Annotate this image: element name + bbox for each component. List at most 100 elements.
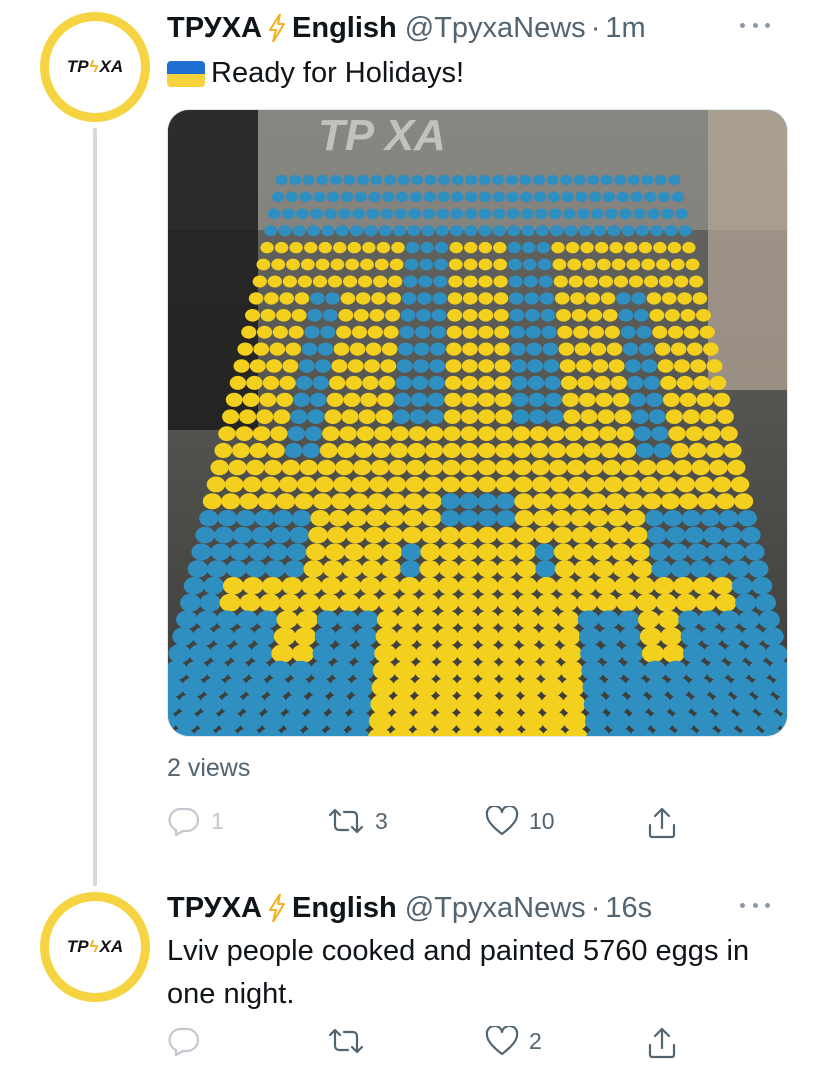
egg: [518, 644, 541, 663]
egg: [498, 677, 522, 697]
egg: [247, 660, 271, 681]
handle[interactable]: @TpyxaNews: [405, 12, 586, 45]
egg: [271, 258, 286, 271]
tweet-video[interactable]: TP XA: [167, 109, 788, 737]
egg: [716, 409, 734, 425]
timestamp[interactable]: 16s: [605, 892, 652, 925]
egg: [367, 493, 387, 510]
egg: [607, 510, 627, 527]
egg: [676, 476, 696, 493]
egg: [338, 309, 354, 322]
egg: [649, 543, 670, 561]
egg: [619, 627, 642, 646]
egg: [513, 442, 531, 459]
egg: [417, 610, 439, 629]
egg: [448, 275, 463, 288]
egg: [228, 459, 247, 476]
avatar[interactable]: ТР ϟ ХА: [40, 892, 150, 1002]
like-button[interactable]: 10: [485, 806, 555, 836]
more-options-icon[interactable]: [740, 18, 770, 32]
egg: [626, 258, 641, 271]
egg: [668, 174, 681, 186]
egg: [648, 409, 666, 425]
display-name-suffix[interactable]: English: [292, 12, 397, 45]
egg: [356, 426, 375, 441]
egg: [276, 309, 292, 322]
reply-button[interactable]: [167, 1026, 211, 1056]
egg: [616, 426, 634, 441]
egg: [367, 325, 383, 339]
egg: [506, 191, 519, 203]
egg: [434, 677, 458, 697]
display-name[interactable]: ТРУХА: [167, 12, 262, 45]
reply-button[interactable]: 1: [167, 806, 224, 836]
egg: [286, 543, 307, 561]
share-button[interactable]: [647, 806, 677, 840]
egg: [457, 577, 479, 595]
egg: [373, 275, 388, 288]
egg: [509, 309, 525, 322]
egg: [536, 593, 558, 612]
egg: [260, 476, 280, 493]
egg: [478, 426, 496, 441]
egg: [417, 593, 439, 612]
egg: [353, 644, 376, 663]
retweet-count: 3: [375, 807, 388, 834]
share-button[interactable]: [647, 1026, 677, 1060]
egg: [675, 593, 697, 612]
egg: [350, 225, 363, 237]
egg: [302, 174, 315, 186]
more-options-icon[interactable]: [740, 898, 770, 912]
egg: [276, 493, 296, 510]
egg: [304, 325, 320, 339]
egg: [316, 174, 329, 186]
egg: [329, 375, 346, 390]
egg: [320, 577, 342, 595]
egg: [700, 510, 720, 527]
retweet-icon: [327, 1026, 365, 1056]
egg: [259, 593, 281, 612]
egg: [353, 309, 369, 322]
tweet[interactable]: ТР ϟ ХА ТРУХА English @TpyxaNews · 1m Read…: [0, 0, 828, 886]
egg: [765, 644, 787, 663]
egg: [405, 241, 420, 254]
egg: [495, 409, 513, 425]
egg: [602, 660, 625, 681]
egg: [587, 493, 607, 510]
retweet-button[interactable]: 3: [327, 806, 388, 836]
egg: [313, 191, 326, 203]
egg: [270, 426, 288, 441]
egg: [494, 392, 512, 407]
egg: [291, 309, 307, 322]
egg: [464, 225, 478, 237]
display-name[interactable]: ТРУХА: [167, 892, 262, 925]
egg: [350, 677, 374, 697]
retweet-button[interactable]: [327, 1026, 375, 1056]
egg: [214, 442, 233, 459]
egg: [709, 375, 727, 390]
egg: [477, 510, 497, 527]
egg: [604, 476, 623, 493]
timestamp[interactable]: 1m: [605, 12, 645, 45]
display-name-suffix[interactable]: English: [292, 892, 397, 925]
egg: [539, 292, 555, 305]
egg: [631, 292, 646, 305]
tweet-header: ТРУХА English @TpyxaNews · 16s: [167, 888, 652, 928]
egg: [212, 627, 235, 646]
egg: [393, 392, 411, 407]
egg: [547, 191, 561, 203]
egg: [273, 627, 296, 646]
egg: [366, 510, 386, 527]
egg: [477, 543, 498, 561]
tweet[interactable]: ТР ϟ ХА ТРУХА English @TpyxaNews · 16s Lvi…: [0, 880, 828, 1087]
avatar[interactable]: ТР ϟ ХА: [40, 12, 150, 122]
egg: [352, 660, 375, 681]
egg: [461, 375, 478, 390]
egg: [593, 225, 606, 237]
handle[interactable]: @TpyxaNews: [405, 892, 586, 925]
like-button[interactable]: 2: [485, 1026, 542, 1056]
egg: [534, 543, 555, 561]
egg: [563, 409, 581, 425]
egg: [358, 275, 373, 288]
egg: [294, 627, 317, 646]
